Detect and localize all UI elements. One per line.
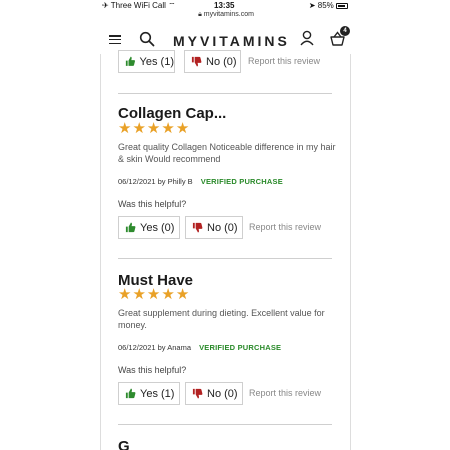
review-author: Philly B: [167, 177, 193, 186]
no-count: (0): [224, 387, 238, 400]
review-votes-previous: Yes (1) No (0) Report this review: [118, 50, 338, 73]
review-meta: 06/12/2021 by Philly B VERIFIED PURCHASE: [118, 177, 283, 186]
url-text: myvitamins.com: [203, 11, 254, 18]
battery-percent: 85%: [317, 1, 334, 10]
star-icon: ★: [132, 120, 146, 137]
reviews-list: Yes (1) No (0) Report this review Collag…: [100, 50, 352, 450]
star-icon: ★: [118, 286, 132, 303]
report-review-link[interactable]: Report this review: [248, 56, 320, 66]
star-rating: ★ ★ ★ ★ ★: [118, 120, 190, 137]
review-author: Anama: [167, 343, 191, 352]
no-label: No: [207, 221, 222, 234]
no-label: No: [206, 55, 221, 68]
helpful-question: Was this helpful?: [118, 365, 187, 375]
basket-count-badge: 4: [340, 26, 350, 36]
wifi-icon: ⌔: [168, 1, 176, 10]
report-review-link[interactable]: Report this review: [249, 388, 321, 398]
divider: [118, 424, 332, 425]
no-label: No: [207, 387, 222, 400]
yes-label: Yes: [139, 55, 158, 68]
star-icon: ★: [175, 286, 190, 303]
review-body: Great quality Collagen Noticeable differ…: [118, 142, 336, 164]
divider: [118, 258, 332, 259]
review-votes: Yes (0) No (0) Report this review: [118, 216, 338, 239]
verified-badge: VERIFIED PURCHASE: [200, 177, 283, 186]
review-votes: Yes (1) No (0) Report this review: [118, 382, 338, 405]
left-border: [100, 54, 101, 450]
battery-status: ➤ 85%: [309, 1, 348, 10]
yes-vote-button[interactable]: Yes (0): [118, 216, 180, 239]
report-review-link[interactable]: Report this review: [249, 222, 321, 232]
star-icon: ★: [161, 120, 175, 137]
yes-count: (1): [161, 387, 175, 400]
review-body: Great supplement during dieting. Excelle…: [118, 308, 325, 330]
thumbs-down-icon: [192, 388, 203, 399]
thumbs-down-icon: [191, 56, 202, 67]
address-bar[interactable]: 🔒︎ myvitamins.com: [100, 11, 352, 21]
yes-count: (0): [161, 221, 175, 234]
yes-label: Yes: [140, 387, 158, 400]
no-vote-button[interactable]: No (0): [184, 50, 241, 73]
thumbs-up-icon: [125, 388, 136, 399]
star-icon: ★: [132, 286, 146, 303]
lock-icon: 🔒︎: [198, 11, 202, 18]
carrier-name: Three WiFi Call: [110, 1, 166, 10]
star-icon: ★: [118, 120, 132, 137]
account-icon[interactable]: [300, 30, 314, 46]
review-date: 06/12/2021: [118, 177, 156, 186]
next-review-title-partial: G: [118, 438, 130, 450]
star-icon: ★: [146, 120, 161, 137]
review-meta: 06/12/2021 by Anama VERIFIED PURCHASE: [118, 343, 281, 352]
battery-fill: [338, 4, 345, 7]
review-by: by: [157, 177, 166, 186]
yes-vote-button[interactable]: Yes (1): [118, 382, 180, 405]
thumbs-up-icon: [125, 56, 135, 66]
review-date: 06/12/2021: [118, 343, 156, 352]
yes-label: Yes: [140, 221, 158, 234]
yes-count: (1): [160, 55, 174, 68]
thumbs-up-icon: [125, 222, 136, 233]
star-icon: ★: [161, 286, 175, 303]
star-icon: ★: [175, 120, 190, 137]
no-count: (0): [223, 55, 237, 68]
thumbs-down-icon: [192, 222, 203, 233]
site-logo[interactable]: MYVITAMINS: [173, 33, 290, 49]
no-count: (0): [224, 221, 238, 234]
verified-badge: VERIFIED PURCHASE: [199, 343, 282, 352]
phone-screen: ✈ Three WiFi Call ⌔ 13:35 ➤ 85% 🔒︎ myvit…: [100, 0, 352, 450]
review-by: by: [157, 343, 166, 352]
helpful-question: Was this helpful?: [118, 199, 187, 209]
no-vote-button[interactable]: No (0): [185, 216, 243, 239]
battery-icon: [336, 2, 348, 9]
location-icon: ➤: [308, 1, 316, 10]
carrier-status: ✈ Three WiFi Call ⌔: [102, 1, 176, 10]
star-icon: ★: [146, 286, 161, 303]
menu-icon[interactable]: [109, 35, 121, 45]
status-bar: ✈ Three WiFi Call ⌔ 13:35 ➤ 85%: [100, 0, 352, 11]
star-rating: ★ ★ ★ ★ ★: [118, 286, 190, 303]
search-icon[interactable]: [139, 31, 155, 47]
clock: 13:35: [214, 1, 235, 10]
divider: [118, 93, 332, 94]
right-border: [350, 54, 351, 450]
no-vote-button[interactable]: No (0): [185, 382, 243, 405]
yes-vote-button[interactable]: Yes (1): [118, 50, 175, 73]
